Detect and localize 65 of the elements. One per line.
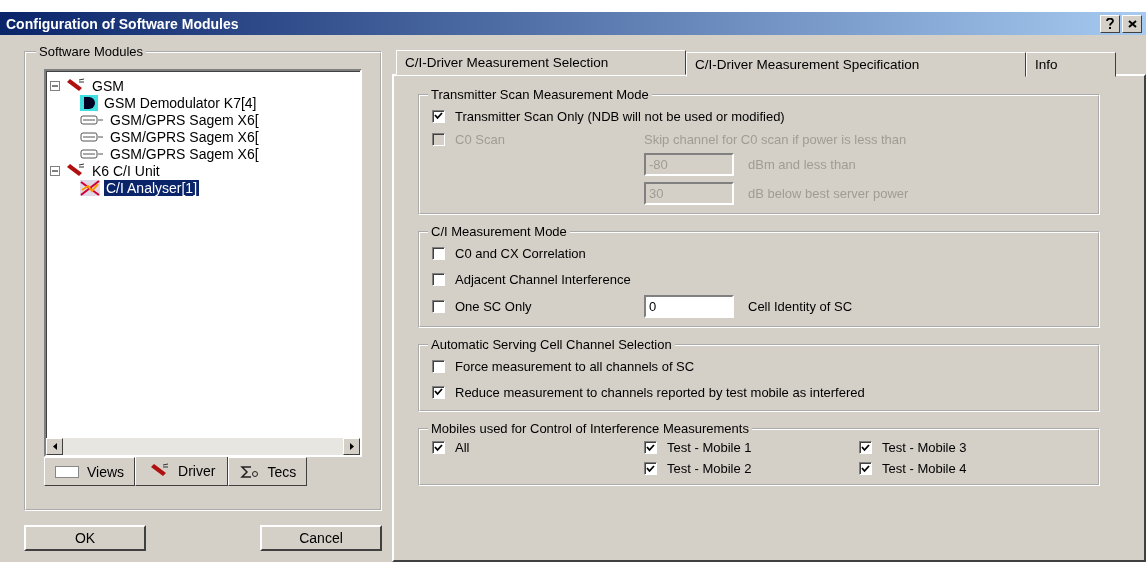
sigma-icon [239,464,260,479]
tree-item[interactable]: GSM [90,77,126,94]
group-title: Software Modules [36,44,147,59]
field-label: Cell Identity of SC [748,299,853,314]
group-title: Automatic Serving Cell Channel Selection [428,337,675,352]
group-title: Transmitter Scan Measurement Mode [428,87,652,102]
d-letter-icon [80,94,98,111]
checkbox-label: Force measurement to all channels of SC [455,358,695,374]
tree-item[interactable]: GSM/GPRS Sagem X6[ [108,111,261,128]
checkbox-label: All [455,440,470,455]
input-field[interactable]: 0 [644,295,734,318]
modem-icon [80,147,104,160]
checkbox-label: Reduce measurement to channels reported by test mobile as interfered [455,384,865,400]
tab[interactable]: Views [44,457,136,486]
tree-item[interactable]: GSM/GPRS Sagem X6[ [108,128,261,145]
checkbox[interactable] [432,109,445,123]
tab[interactable]: C/I-Driver Measurement Selection [396,50,686,75]
left-arrow-icon [52,443,57,450]
window-title: Configuration of Software Modules [6,15,239,32]
checkbox-label: C0 and CX Correlation [455,245,586,261]
horizontal-scrollbar[interactable] [46,438,360,455]
tab[interactable]: Info [1026,52,1116,77]
tree-item[interactable]: C/I Analyser[1] [104,179,200,196]
window-icon [55,465,79,478]
checkbox[interactable] [644,462,657,475]
checkbox[interactable] [432,441,445,454]
close-icon [1127,19,1137,28]
tree-item[interactable]: GSM/GPRS Sagem X6[ [108,145,261,162]
checkbox-label: One SC Only [455,299,532,314]
checkbox[interactable] [432,359,445,373]
checkbox-label: Test - Mobile 1 [667,440,752,455]
tree-item[interactable]: GSM Demodulator K7[4] [102,94,259,111]
checkbox-label: Test - Mobile 4 [882,461,967,476]
scroll-left-button[interactable] [46,438,63,455]
checkbox[interactable] [432,246,445,260]
collapse-toggle[interactable] [50,80,60,91]
checkbox[interactable] [859,441,872,454]
checkbox-label: Adjacent Channel Interference [455,271,631,287]
tab[interactable]: Tecs [228,457,308,486]
modem-icon [80,113,104,126]
minus-icon [52,82,58,89]
checkbox[interactable] [644,441,657,454]
modem-icon [80,130,104,143]
tree-item[interactable]: K6 C/I Unit [90,162,162,179]
checkbox-label: Test - Mobile 3 [882,440,967,455]
tab[interactable]: Driver [135,457,229,486]
checkbox-label: Test - Mobile 2 [667,461,752,476]
checkbox[interactable] [859,462,872,475]
chart-icon [80,179,100,196]
dialog-button[interactable]: OK [24,525,146,551]
collapse-toggle[interactable] [50,165,60,176]
right-arrow-icon [349,443,354,450]
group-title: C/I Measurement Mode [428,224,570,239]
checkbox[interactable] [432,300,445,313]
close-button[interactable] [1122,14,1142,33]
checkbox-label: Transmitter Scan Only (NDB will not be used or modified) [455,108,785,124]
checkbox[interactable] [432,385,445,399]
scroll-right-button[interactable] [343,438,360,455]
question-mark-icon [1106,18,1114,29]
tab[interactable]: C/I-Driver Measurement Specification [686,52,1026,77]
dialog-button[interactable]: Cancel [260,525,382,551]
help-button[interactable] [1100,14,1120,33]
minus-icon [52,167,58,174]
group-title: Mobiles used for Control of Interference Measurements [428,421,752,436]
checkbox[interactable] [432,272,445,286]
